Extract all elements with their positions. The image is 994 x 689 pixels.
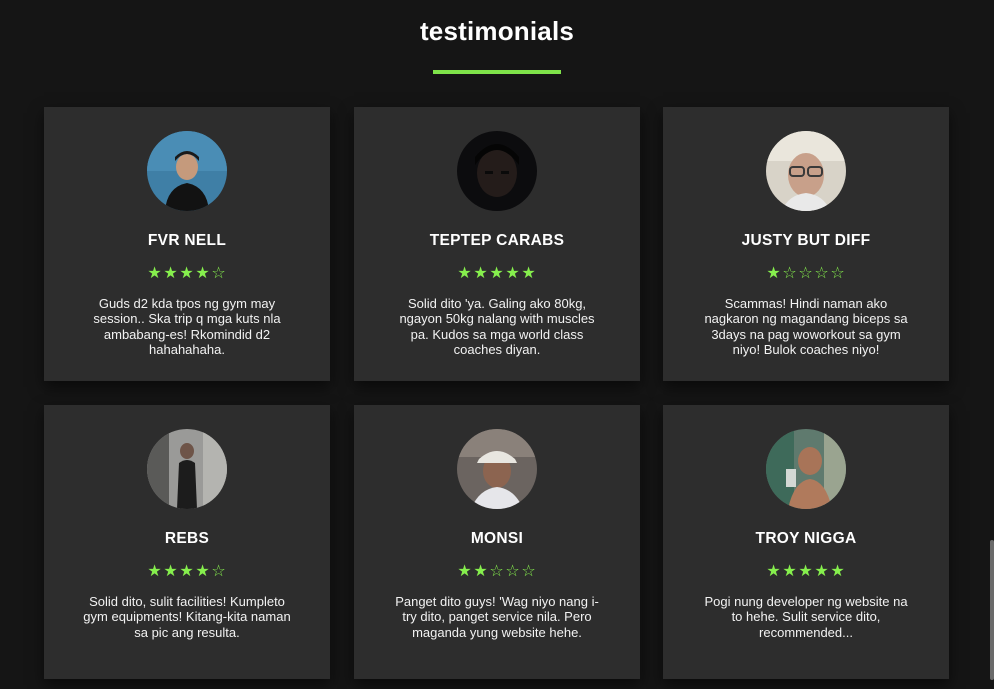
testimonial-card: TROY NIGGA ★★★★★ Pogi nung developer ng … xyxy=(663,405,949,679)
scrollbar-thumb[interactable] xyxy=(990,540,994,680)
star-filled-icon: ★ xyxy=(179,263,195,282)
star-filled-icon: ★ xyxy=(195,263,211,282)
star-outline-icon: ☆ xyxy=(489,561,505,580)
star-rating: ★☆☆☆☆ xyxy=(663,263,949,282)
star-outline-icon: ☆ xyxy=(830,263,846,282)
star-rating: ★★★★★ xyxy=(354,263,640,282)
star-filled-icon: ★ xyxy=(798,561,814,580)
testimonial-text: Solid dito 'ya. Galing ako 80kg, ngayon … xyxy=(399,296,595,358)
star-filled-icon: ★ xyxy=(147,263,163,282)
testimonial-text: Solid dito, sulit facilities! Kumpleto g… xyxy=(83,594,291,640)
avatar xyxy=(147,429,227,509)
star-outline-icon: ☆ xyxy=(798,263,814,282)
section-title: testimonials xyxy=(419,16,575,46)
testimonial-card: FVR NELL ★★★★☆ Guds d2 kda tpos ng gym m… xyxy=(44,107,330,381)
star-rating: ★★★★★ xyxy=(663,561,949,580)
reviewer-name: REBS xyxy=(164,530,210,547)
title-underline xyxy=(433,70,561,74)
reviewer-name: TEPTEP CARABS xyxy=(429,232,565,249)
star-filled-icon: ★ xyxy=(179,561,195,580)
star-filled-icon: ★ xyxy=(473,561,489,580)
avatar xyxy=(457,429,537,509)
star-filled-icon: ★ xyxy=(147,561,163,580)
star-filled-icon: ★ xyxy=(766,263,782,282)
testimonial-card: TEPTEP CARABS ★★★★★ Solid dito 'ya. Gali… xyxy=(354,107,640,381)
star-filled-icon: ★ xyxy=(814,561,830,580)
avatar xyxy=(766,429,846,509)
star-filled-icon: ★ xyxy=(457,263,473,282)
testimonial-text: Pogi nung developer ng website na to heh… xyxy=(704,594,908,640)
star-filled-icon: ★ xyxy=(163,263,179,282)
star-filled-icon: ★ xyxy=(163,561,179,580)
reviewer-name: FVR NELL xyxy=(147,232,227,249)
testimonial-card: REBS ★★★★☆ Solid dito, sulit facilities!… xyxy=(44,405,330,679)
star-outline-icon: ☆ xyxy=(211,561,227,580)
star-filled-icon: ★ xyxy=(489,263,505,282)
star-filled-icon: ★ xyxy=(505,263,521,282)
star-outline-icon: ☆ xyxy=(782,263,798,282)
star-rating: ★★★★☆ xyxy=(44,561,330,580)
star-outline-icon: ☆ xyxy=(521,561,537,580)
reviewer-name: MONSI xyxy=(470,530,524,547)
avatar xyxy=(147,131,227,211)
star-filled-icon: ★ xyxy=(830,561,846,580)
star-filled-icon: ★ xyxy=(782,561,798,580)
testimonial-card: MONSI ★★☆☆☆ Panget dito guys! 'Wag niyo … xyxy=(354,405,640,679)
star-filled-icon: ★ xyxy=(473,263,489,282)
testimonial-card: JUSTY BUT DIFF ★☆☆☆☆ Scammas! Hindi nama… xyxy=(663,107,949,381)
testimonial-text: Scammas! Hindi naman ako nagkaron ng mag… xyxy=(704,296,908,358)
star-outline-icon: ☆ xyxy=(211,263,227,282)
star-outline-icon: ☆ xyxy=(814,263,830,282)
avatar xyxy=(457,131,537,211)
star-outline-icon: ☆ xyxy=(505,561,521,580)
star-filled-icon: ★ xyxy=(457,561,473,580)
star-filled-icon: ★ xyxy=(766,561,782,580)
testimonial-text: Guds d2 kda tpos ng gym may session.. Sk… xyxy=(93,296,281,358)
avatar xyxy=(766,131,846,211)
star-rating: ★★★★☆ xyxy=(44,263,330,282)
testimonials-section: testimonials FVR NELL ★★★★☆ Guds d2 kda … xyxy=(0,0,994,689)
star-filled-icon: ★ xyxy=(195,561,211,580)
testimonial-text: Panget dito guys! 'Wag niyo nang i-try d… xyxy=(395,594,599,640)
reviewer-name: TROY NIGGA xyxy=(755,530,857,547)
star-rating: ★★☆☆☆ xyxy=(354,561,640,580)
star-filled-icon: ★ xyxy=(521,263,537,282)
reviewer-name: JUSTY BUT DIFF xyxy=(741,232,871,249)
